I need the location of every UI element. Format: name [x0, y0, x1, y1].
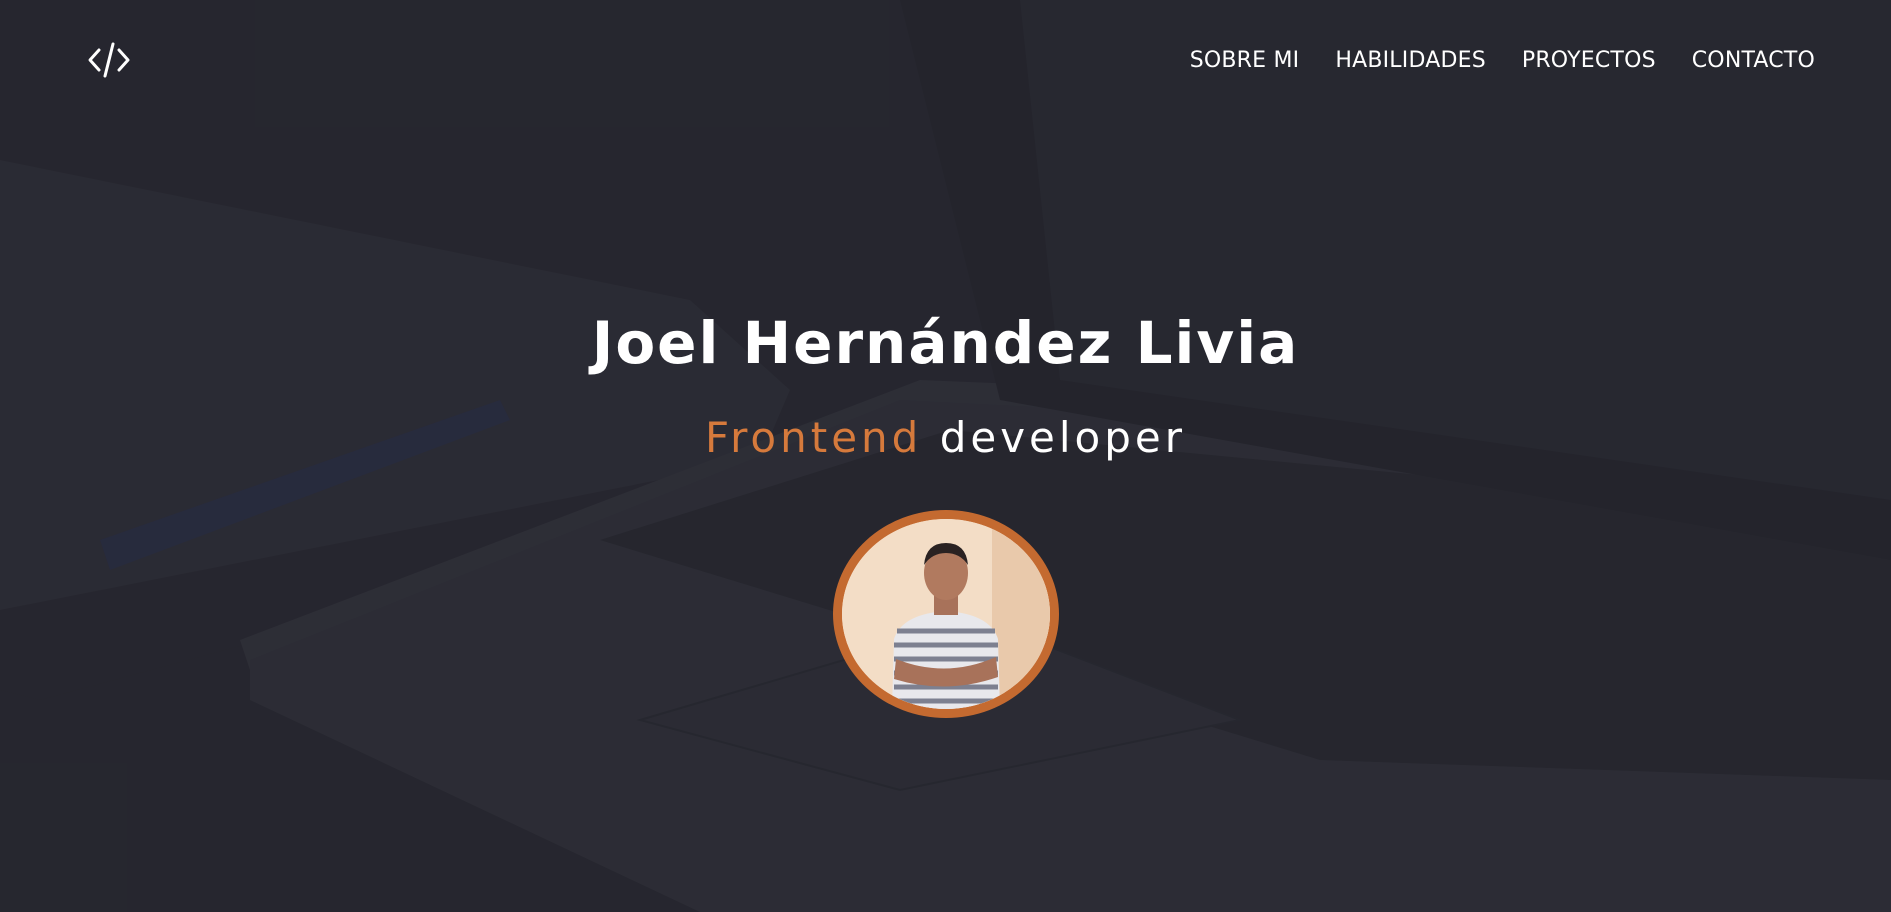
avatar	[832, 510, 1059, 718]
profile-photo	[841, 519, 1050, 709]
nav-link-contacto[interactable]: CONTACTO	[1692, 48, 1815, 73]
nav-link-proyectos[interactable]: PROYECTOS	[1522, 48, 1656, 73]
hero-role: Frontend developer	[705, 408, 1186, 468]
code-brackets-icon[interactable]	[86, 37, 132, 83]
hero-content: Joel Hernández Livia Frontend developer	[0, 300, 1891, 718]
nav-link-habilidades[interactable]: HABILIDADES	[1335, 48, 1486, 73]
hero-section: SOBRE MI HABILIDADES PROYECTOS CONTACTO …	[0, 0, 1891, 912]
hero-name: Joel Hernández Livia	[591, 309, 1300, 377]
main-menu: SOBRE MI HABILIDADES PROYECTOS CONTACTO	[1190, 48, 1815, 73]
nav-link-sobre-mi[interactable]: SOBRE MI	[1190, 48, 1300, 73]
top-navbar: SOBRE MI HABILIDADES PROYECTOS CONTACTO	[0, 0, 1891, 120]
role-rest: developer	[939, 413, 1187, 462]
role-accent: Frontend	[704, 413, 923, 462]
